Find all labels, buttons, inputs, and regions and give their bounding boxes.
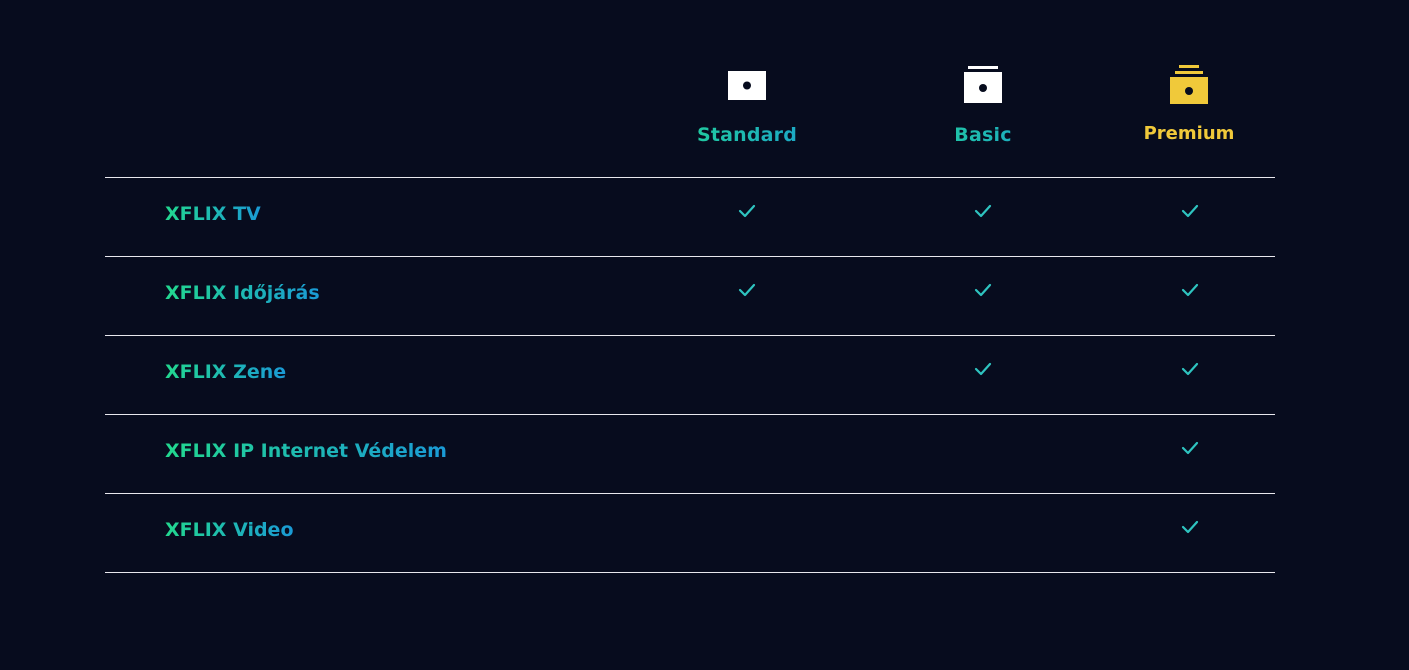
plan-header-standard: Standard: [647, 64, 847, 146]
plan-name-premium: Premium: [1143, 123, 1235, 144]
basic-plan-icon: [964, 66, 1002, 103]
feature-table: XFLIX TV XFLIX Időjárás XFLIX Zene XFLIX IP…: [105, 177, 1275, 573]
premium-plan-icon: [1170, 65, 1208, 104]
table-row: XFLIX TV: [105, 177, 1275, 256]
plan-header-basic: Basic: [883, 64, 1083, 146]
plan-name-standard: Standard: [647, 124, 847, 146]
check-icon: [738, 283, 756, 297]
check-icon: [1181, 520, 1199, 534]
check-icon: [974, 204, 992, 218]
check-icon: [738, 204, 756, 218]
feature-name: XFLIX Időjárás: [165, 282, 320, 304]
feature-name: XFLIX IP Internet Védelem: [165, 440, 447, 462]
feature-name: XFLIX Video: [165, 519, 294, 541]
standard-plan-icon: [728, 71, 766, 100]
check-icon: [1181, 362, 1199, 376]
plan-comparison: Standard Basic Premium XFLIX TV XFLIX Idő…: [0, 0, 1409, 670]
check-icon: [1181, 441, 1199, 455]
check-icon: [974, 283, 992, 297]
check-icon: [1181, 283, 1199, 297]
plan-header-premium: Premium: [1089, 64, 1289, 144]
check-icon: [1181, 204, 1199, 218]
table-row: XFLIX Video: [105, 493, 1275, 573]
feature-name: XFLIX TV: [165, 203, 261, 225]
plan-name-basic: Basic: [883, 124, 1083, 146]
table-row: XFLIX IP Internet Védelem: [105, 414, 1275, 493]
feature-name: XFLIX Zene: [165, 361, 287, 383]
check-icon: [974, 362, 992, 376]
table-row: XFLIX Zene: [105, 335, 1275, 414]
table-row: XFLIX Időjárás: [105, 256, 1275, 335]
